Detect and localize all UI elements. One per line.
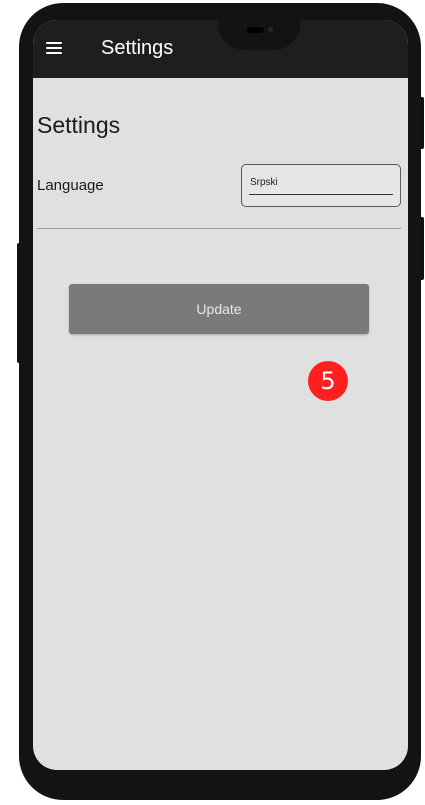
speaker-grille	[247, 27, 264, 33]
hamburger-menu-icon[interactable]	[46, 42, 62, 54]
section-divider	[37, 228, 401, 229]
update-button[interactable]: Update	[69, 284, 369, 334]
camera-notch	[218, 20, 300, 50]
language-select-value: Srpski	[250, 177, 278, 188]
step-number-badge: 5	[308, 361, 348, 401]
app-screen: Settings Settings Language Srpski Update…	[33, 20, 408, 770]
page-title: Settings	[37, 112, 121, 138]
language-select[interactable]: Srpski	[241, 164, 401, 207]
language-label: Language	[37, 177, 104, 194]
front-camera-icon	[268, 27, 273, 32]
language-select-underline	[249, 194, 393, 195]
app-bar-title: Settings	[101, 37, 174, 59]
